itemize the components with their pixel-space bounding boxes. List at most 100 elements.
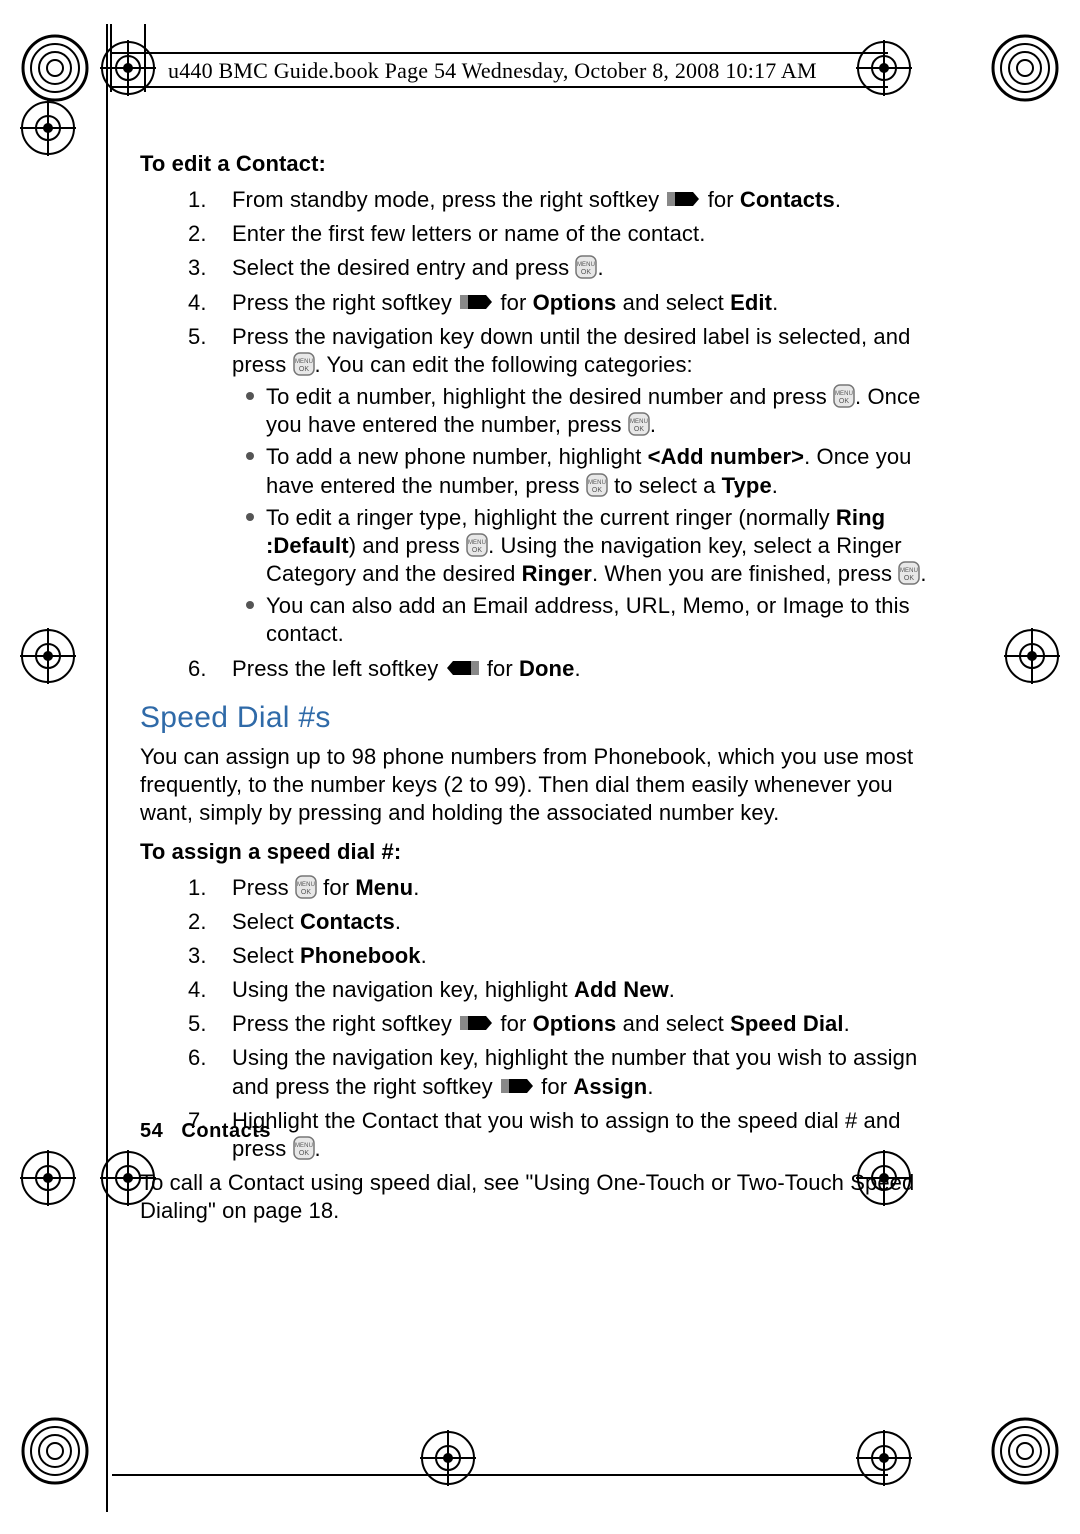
list-item: 6. Press the left softkey for Done. [232, 655, 930, 683]
step-text: Enter the first few letters or name of t… [232, 221, 705, 246]
crop-target-icon [420, 1430, 476, 1486]
step-text: . [413, 875, 419, 900]
list-item: To edit a number, highlight the desired … [246, 383, 930, 439]
page-number: 54 [140, 1120, 163, 1142]
step-text: . [315, 1136, 321, 1161]
paragraph: You can assign up to 98 phone numbers fr… [140, 743, 930, 827]
emph: Ringer [522, 561, 592, 586]
step-text: . [574, 656, 580, 681]
bullet-text: To edit a ringer type, highlight the cur… [266, 505, 836, 530]
sub-bullets: To edit a number, highlight the desired … [246, 383, 930, 648]
emph: Menu [355, 875, 413, 900]
emph: Options [533, 1011, 617, 1036]
subhead-assign-speed-dial: To assign a speed dial #: [140, 838, 930, 866]
emph: Type [722, 473, 772, 498]
step-text: . [395, 909, 401, 934]
bullet-text: . [920, 561, 926, 586]
registration-mark-icon [990, 1416, 1060, 1486]
list-item: 3. Select Phonebook. [232, 942, 930, 970]
bullet-text: ) and press [349, 533, 466, 558]
list-item: 4. Using the navigation key, highlight A… [232, 976, 930, 1004]
step-text: Select [232, 909, 300, 934]
step-text: From standby mode, press the right softk… [232, 187, 665, 212]
emph: Edit [730, 290, 772, 315]
right-softkey-icon [458, 1012, 494, 1034]
list-item: 4. Press the right softkey for Options a… [232, 289, 930, 317]
step-text: . [844, 1011, 850, 1036]
bullet-text: To edit a number, highlight the desired … [266, 384, 833, 409]
step-text: Highlight the Contact that you wish to a… [232, 1108, 901, 1161]
emph: <Add number> [648, 444, 804, 469]
menu-ok-key-icon [586, 473, 608, 497]
step-text: . [835, 187, 841, 212]
crop-target-icon [856, 40, 912, 96]
menu-ok-key-icon [293, 352, 315, 376]
menu-ok-key-icon [575, 255, 597, 279]
registration-mark-icon [20, 33, 90, 103]
footer-section: Contacts [181, 1120, 271, 1142]
step-text: for [487, 656, 519, 681]
step-text: . [647, 1074, 653, 1099]
edit-contact-steps: 1. From standby mode, press the right so… [140, 186, 930, 683]
step-text: for [500, 1011, 532, 1036]
subhead-edit-contact: To edit a Contact: [140, 150, 930, 178]
step-text: . [421, 943, 427, 968]
page-footer: 54 Contacts [140, 1120, 271, 1143]
list-item: You can also add an Email address, URL, … [246, 592, 930, 648]
list-item: To add a new phone number, highlight <Ad… [246, 443, 930, 499]
step-text: Using the navigation key, highlight [232, 977, 574, 1002]
step-text: Press the right softkey [232, 1011, 458, 1036]
crop-target-icon [20, 1150, 76, 1206]
list-item: 5. Press the navigation key down until t… [232, 323, 930, 649]
step-text: Press the left softkey [232, 656, 445, 681]
left-softkey-icon [445, 657, 481, 679]
list-item: 1. Press for Menu. [232, 874, 930, 902]
step-text: . [772, 290, 778, 315]
emph: Contacts [740, 187, 835, 212]
step-text: Press [232, 875, 295, 900]
step-text: for [500, 290, 532, 315]
bullet-text: . When you are finished, press [592, 561, 898, 586]
step-text: and select [616, 1011, 730, 1036]
emph: Add New [574, 977, 669, 1002]
step-text: and select [616, 290, 730, 315]
emph: Assign [573, 1074, 647, 1099]
step-text: for [541, 1074, 573, 1099]
registration-mark-icon [20, 1416, 90, 1486]
registration-mark-icon [990, 33, 1060, 103]
section-title-speed-dial: Speed Dial #s [140, 699, 930, 737]
emph: Contacts [300, 909, 395, 934]
step-text: for [323, 875, 355, 900]
crop-target-icon [1004, 628, 1060, 684]
list-item: 2. Select Contacts. [232, 908, 930, 936]
menu-ok-key-icon [295, 875, 317, 899]
body-content: To edit a Contact: 1. From standby mode,… [140, 150, 930, 1235]
step-text: Select [232, 943, 300, 968]
crop-target-icon [100, 40, 156, 96]
step-text: for [708, 187, 740, 212]
list-item: 3. Select the desired entry and press . [232, 254, 930, 282]
list-item: 7. Highlight the Contact that you wish t… [232, 1107, 930, 1163]
list-item: 1. From standby mode, press the right so… [232, 186, 930, 214]
step-text: . You can edit the following categories: [315, 352, 693, 377]
emph: Speed Dial [730, 1011, 843, 1036]
crop-target-icon [20, 628, 76, 684]
bullet-text: . [650, 412, 656, 437]
menu-ok-key-icon [898, 561, 920, 585]
right-softkey-icon [665, 188, 701, 210]
paragraph: To call a Contact using speed dial, see … [140, 1169, 930, 1225]
menu-ok-key-icon [466, 533, 488, 557]
list-item: 5. Press the right softkey for Options a… [232, 1010, 930, 1038]
right-softkey-icon [499, 1075, 535, 1097]
crop-target-icon [20, 100, 76, 156]
bullet-text: . [772, 473, 778, 498]
bullet-text: to select a [608, 473, 722, 498]
menu-ok-key-icon [833, 384, 855, 408]
emph: Phonebook [300, 943, 421, 968]
right-softkey-icon [458, 291, 494, 313]
running-header: u440 BMC Guide.book Page 54 Wednesday, O… [168, 58, 817, 84]
step-text: Select the desired entry and press [232, 255, 575, 280]
page: u440 BMC Guide.book Page 54 Wednesday, O… [0, 0, 1080, 1534]
emph: Done [519, 656, 574, 681]
step-text: . [669, 977, 675, 1002]
